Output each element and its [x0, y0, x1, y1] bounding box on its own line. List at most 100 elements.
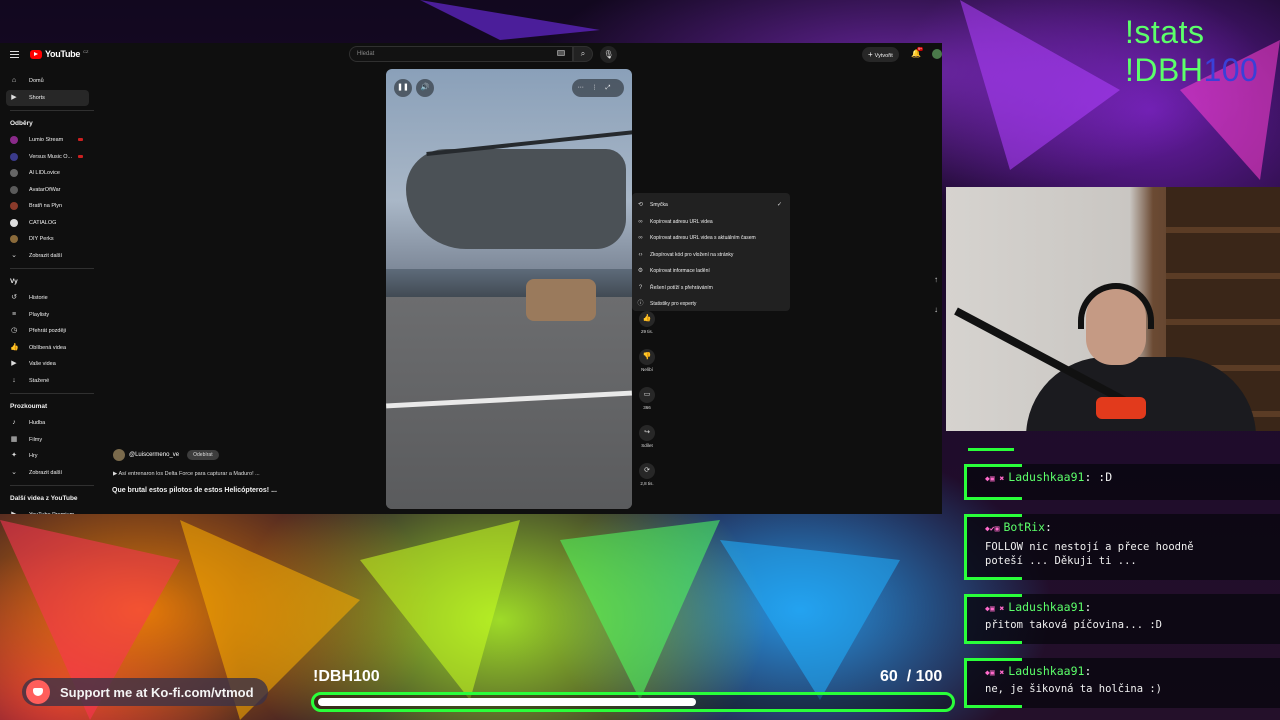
shorts-icon: ▶ [11, 93, 17, 101]
previous-short-button[interactable]: ↑ [929, 275, 942, 305]
top-bar: YouTube CZ Hledat ⌕ 🎙 + Vytvořit 🔔 9+ [0, 43, 942, 67]
sidebar-item-p-ehr-t-pozd-ji[interactable]: ◷ Přehrát později [0, 323, 98, 340]
context-menu-item[interactable]: ⟲ Smyčka ✓ [632, 197, 790, 214]
bot-badge-icon: ◆✔▣ [985, 524, 1000, 533]
arrow-up-icon: ↑ [934, 275, 938, 284]
context-menu-label: Kopírovat adresu URL videa [650, 218, 713, 225]
badge-icon: ◆▣ ✖ [985, 604, 1005, 613]
menu-icon[interactable] [10, 51, 19, 58]
sidebar-item-va-e-videa[interactable]: ▶ Vaše videa [0, 356, 98, 373]
live-indicator-icon [78, 154, 83, 158]
context-menu-label: Kopírovat informace ladění [650, 268, 710, 274]
thumbs-up-button[interactable]: 👍 29 tis. [634, 311, 660, 347]
video-title[interactable]: Que brutal estos pilotos de estos Helicó… [112, 487, 277, 494]
context-menu-item[interactable]: ‹› Zkopírovat kód pro vložení na stránky [632, 247, 790, 264]
channel-avatar [10, 169, 18, 177]
sidebar-item-historie[interactable]: ↺ Historie [0, 290, 98, 307]
chevron-down-icon: ⌄ [11, 468, 17, 476]
comment-button[interactable]: ▭ 366 [634, 387, 660, 423]
sidebar-item-catialog[interactable]: CATIALOG [0, 215, 98, 232]
sidebar-item-hudba[interactable]: ♪ Hudba [0, 415, 98, 432]
microphone-icon: 🎙 [603, 50, 614, 59]
subscriptions-heading[interactable]: Odběry [0, 115, 98, 132]
sidebar-item-shorts[interactable]: ▶ Shorts [6, 89, 89, 106]
search-input[interactable]: Hledat [349, 46, 573, 62]
sidebar-item-hry[interactable]: ✦ Hry [0, 448, 98, 465]
context-menu-item[interactable]: ∞ Kopírovat adresu URL videa [632, 214, 790, 231]
channel-avatar[interactable] [113, 449, 125, 461]
share-button[interactable]: ↪ Sdílet [634, 425, 660, 461]
sidebar-item-brat-i-na-plyn[interactable]: Bratři na Plyn [0, 198, 98, 215]
chat-message: ◆✔▣ BotRix: FOLLOW nic nestojí a přece ho… [964, 514, 1280, 580]
chat-top-bar [968, 448, 1014, 451]
sidebar-item-zobrazit-dal[interactable]: ⌄ Zobrazit další [0, 248, 98, 265]
sidebar-item-dom[interactable]: ⌂ Domů [0, 73, 98, 90]
action-label: Nelíbí [641, 367, 653, 372]
context-menu-item[interactable]: ∞ Kopírovat adresu URL videa s aktuálním … [632, 230, 790, 247]
sidebar-item-filmy[interactable]: ▦ Filmy [0, 432, 98, 449]
action-label: 366 [643, 405, 651, 410]
sidebar-item-youtube-premium[interactable]: ▶ YouTube Premium [0, 507, 98, 514]
you-heading[interactable]: Vy [0, 273, 98, 290]
video-icon: ▶ [11, 360, 17, 367]
voice-search-button[interactable]: 🎙 [600, 46, 617, 63]
sidebar-item-diy-perks[interactable]: DIY Perks [0, 231, 98, 248]
game-icon: ✦ [11, 452, 17, 459]
account-avatar[interactable] [932, 49, 942, 59]
helicopter-image [406, 149, 626, 249]
watch-later-icon: ◷ [10, 327, 18, 334]
history-icon: ↺ [11, 294, 17, 301]
explore-heading[interactable]: Prozkoumat [0, 398, 98, 415]
sidebar-divider [10, 393, 94, 394]
like-icon: 👍 [10, 343, 19, 351]
goal-progress-fill [318, 698, 696, 706]
more-options-icon: ⋯⋮⤢ [577, 85, 619, 91]
goal-label: !DBH100 [313, 668, 380, 685]
channel-avatar [10, 235, 18, 243]
subscribe-button[interactable]: Odebírat [187, 450, 219, 460]
webcam-feed [946, 187, 1280, 431]
comment-icon: ▭ [639, 387, 655, 403]
sidebar-item-versus-music-o[interactable]: Versus Music O... [0, 149, 98, 166]
shorts-video-player[interactable]: ❚❚ 🔊 ⋯⋮⤢ [386, 69, 632, 509]
pause-button[interactable]: ❚❚ [394, 79, 412, 97]
context-menu-item[interactable]: ⚙ Kopírovat informace ladění [632, 263, 790, 280]
volume-button[interactable]: 🔊 [416, 79, 434, 97]
channel-avatar [10, 136, 18, 144]
sidebar-item-playlisty[interactable]: ≡ Playlisty [0, 307, 98, 324]
chat-message: ◆▣ ✖ Ladushkaa91: :D [964, 464, 1280, 500]
youtube-logo[interactable]: YouTube CZ [30, 49, 88, 59]
thumbs-down-button[interactable]: 👎 Nelíbí [634, 349, 660, 385]
more-from-youtube-heading[interactable]: Další videa z YouTube [0, 490, 98, 507]
stats-command: !stats [1125, 14, 1205, 50]
channel-avatar [10, 218, 18, 227]
channel-name[interactable]: @Luiscermeno_ve [129, 452, 179, 458]
sidebar-item-label: AvatarOfWar [29, 186, 61, 193]
sidebar-item-label: Playlisty [29, 311, 50, 318]
sidebar-item-sta-en[interactable]: ↓ Stažené [0, 373, 98, 390]
pause-icon: ❚❚ [397, 84, 409, 91]
search-button[interactable]: ⌕ [573, 46, 593, 62]
link-icon: ∞ [638, 218, 643, 225]
sidebar-item-al-lidlovice[interactable]: Al LIDLovice [0, 165, 98, 182]
action-label: Sdílet [641, 443, 653, 448]
sidebar-item-obl-ben-videa[interactable]: 👍 Oblíbená videa [0, 340, 98, 357]
linked-video[interactable]: ▶ Así entrenaron los Delta Force para ca… [113, 471, 260, 477]
sidebar-item-zobrazit-dal[interactable]: ⌄ Zobrazit další [0, 465, 98, 482]
remix-button[interactable]: ⟳ 2,8 tis. [634, 463, 660, 499]
context-menu-item[interactable]: ? Řešení potíží s přehráváním [632, 280, 790, 297]
embed-icon: ‹› [638, 251, 643, 258]
next-short-button[interactable]: ↓ [929, 305, 942, 335]
sidebar-item-avatarofwar[interactable]: AvatarOfWar [0, 182, 98, 199]
keyboard-icon[interactable] [557, 50, 565, 56]
sidebar-item-label: Bratři na Plyn [29, 203, 63, 210]
youtube-logo-icon [30, 49, 42, 59]
sidebar: ⌂ Domů ▶ Shorts Odběry Lumio Stream Versus Mus… [0, 73, 98, 514]
share-icon: ↪ [639, 425, 655, 441]
sidebar-item-lumio-stream[interactable]: Lumio Stream [0, 132, 98, 149]
video-context-menu: ⟲ Smyčka ✓ ∞ Kopírovat adresu URL videa ∞ Kopí… [632, 193, 790, 311]
notification-badge: 9+ [917, 47, 923, 51]
player-options[interactable]: ⋯⋮⤢ [572, 79, 624, 97]
sidebar-divider [10, 268, 94, 269]
create-button[interactable]: + Vytvořit [862, 47, 899, 62]
